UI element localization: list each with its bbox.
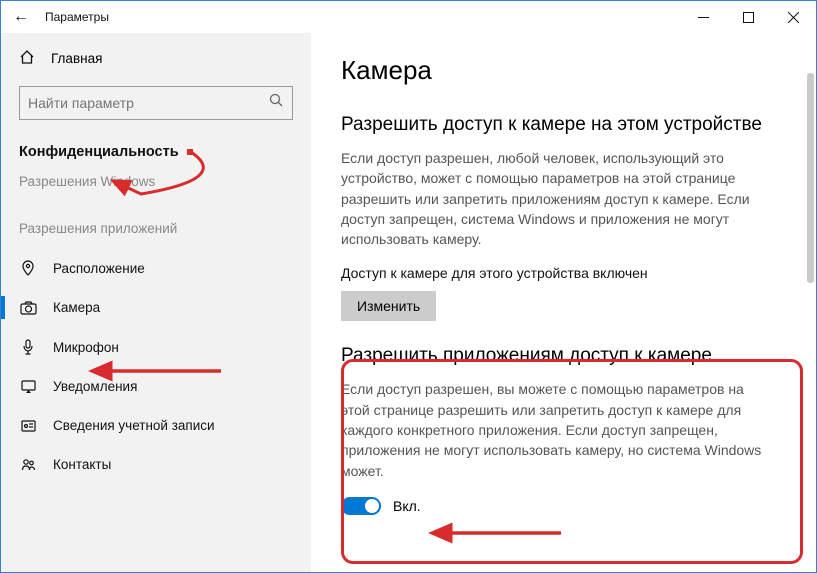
window-controls [681,1,816,33]
settings-window: ← Параметры Главная Конфиденциальность Р… [0,0,817,573]
section-heading-2: Разрешить приложениям доступ к камере [341,345,786,367]
nav-item-contacts[interactable]: Контакты [1,445,311,484]
device-access-status: Доступ к камере для этого устройства вкл… [341,265,786,281]
nav-label: Контакты [53,457,111,472]
nav-item-account-info[interactable]: Сведения учетной записи [1,406,311,445]
search-box[interactable] [19,86,293,120]
nav-item-location[interactable]: Расположение [1,248,311,288]
location-icon [19,260,37,276]
apps-access-toggle-row: Вкл. [341,497,786,515]
home-label: Главная [51,51,102,66]
titlebar: ← Параметры [1,1,816,33]
nav-label: Сведения учетной записи [53,418,215,433]
maximize-button[interactable] [726,1,771,33]
home-icon [19,49,35,68]
camera-icon [19,301,37,315]
back-button[interactable]: ← [13,8,29,26]
minimize-button[interactable] [681,1,726,33]
nav-label: Расположение [53,261,145,276]
section-description-2: Если доступ разрешен, вы можете с помощь… [341,379,771,480]
window-title: Параметры [45,10,109,24]
section-heading-1: Разрешить доступ к камере на этом устрой… [341,114,786,136]
section-sublabel: Разрешения Windows [1,168,311,203]
nav-item-microphone[interactable]: Микрофон [1,327,311,367]
content-area: Камера Разрешить доступ к камере на этом… [311,33,816,572]
toggle-label: Вкл. [393,498,421,514]
annotation-marker [187,149,193,155]
close-button[interactable] [771,1,816,33]
nav-item-notifications[interactable]: Уведомления [1,367,311,406]
apps-access-toggle[interactable] [341,497,381,515]
search-icon [269,93,284,113]
account-info-icon [19,418,37,433]
group-label: Разрешения приложений [1,203,311,248]
notifications-icon [19,379,37,394]
search-input[interactable] [28,95,269,111]
nav-label: Микрофон [53,340,119,355]
change-button[interactable]: Изменить [341,291,436,321]
contacts-icon [19,457,37,472]
section-label: Конфиденциальность [1,136,311,168]
home-link[interactable]: Главная [1,39,311,78]
microphone-icon [19,339,37,355]
page-title: Камера [341,55,786,86]
section-description-1: Если доступ разрешен, любой человек, исп… [341,148,771,249]
scrollbar-thumb[interactable] [807,73,814,283]
nav-item-camera[interactable]: Камера [1,288,311,327]
nav-label: Камера [53,300,100,315]
sidebar: Главная Конфиденциальность Разрешения Wi… [1,33,311,572]
nav-label: Уведомления [53,379,137,394]
